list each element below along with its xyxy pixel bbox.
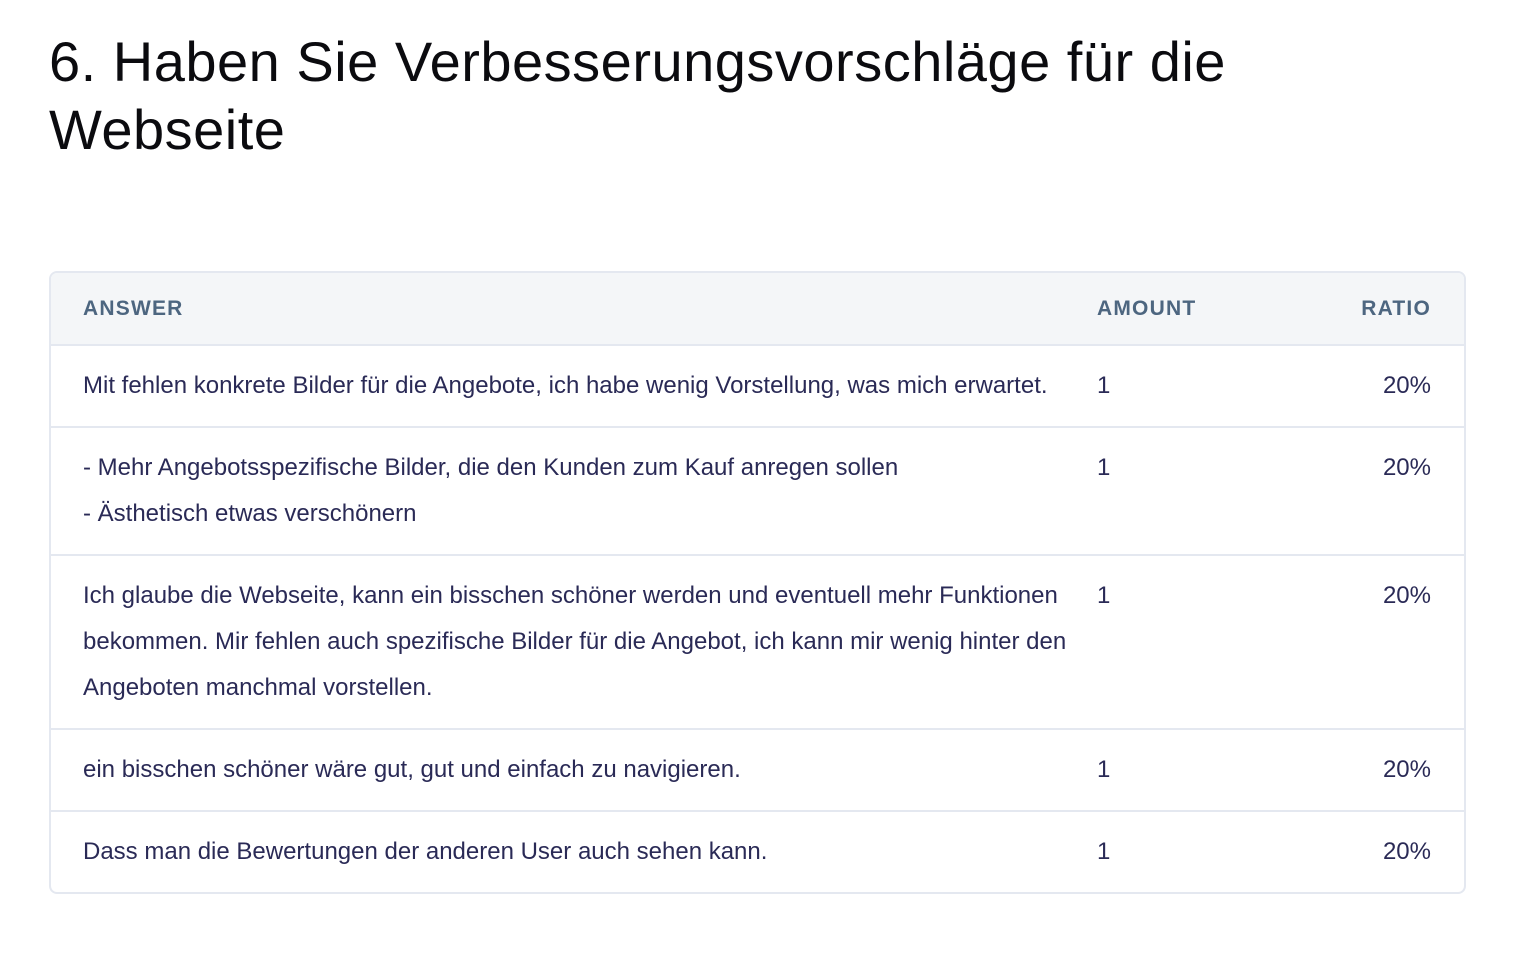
answers-table: ANSWER AMOUNT RATIO Mit fehlen konkrete … xyxy=(51,273,1464,892)
answer-column-header: ANSWER xyxy=(51,273,1097,346)
answer-cell: Dass man die Bewertungen der anderen Use… xyxy=(51,810,1097,892)
table-row: Mit fehlen konkrete Bilder für die Angeb… xyxy=(51,345,1464,427)
results-table: ANSWER AMOUNT RATIO Mit fehlen konkrete … xyxy=(49,271,1466,894)
amount-cell: 1 xyxy=(1097,426,1317,555)
ratio-column-header: RATIO xyxy=(1317,273,1464,346)
table-header-row: ANSWER AMOUNT RATIO xyxy=(51,273,1464,346)
amount-cell: 1 xyxy=(1097,728,1317,811)
table-row: ein bisschen schöner wäre gut, gut und e… xyxy=(51,728,1464,811)
table-row: - Mehr Angebotsspezifische Bilder, die d… xyxy=(51,426,1464,555)
answer-cell: Ich glaube die Webseite, kann ein bissch… xyxy=(51,554,1097,729)
ratio-cell: 20% xyxy=(1317,728,1464,811)
question-title: 6. Haben Sie Verbesserungsvorschläge für… xyxy=(49,30,1226,161)
table-body: Mit fehlen konkrete Bilder für die Angeb… xyxy=(51,345,1464,892)
amount-column-header: AMOUNT xyxy=(1097,273,1317,346)
answer-cell: ein bisschen schöner wäre gut, gut und e… xyxy=(51,728,1097,811)
ratio-cell: 20% xyxy=(1382,372,1431,399)
table-header: ANSWER AMOUNT RATIO xyxy=(51,273,1464,346)
table-row: Dass man die Bewertungen der anderen Use… xyxy=(51,810,1464,892)
answer-cell: Mit fehlen konkrete Bilder für die Angeb… xyxy=(83,372,1048,399)
answer-cell: - Mehr Angebotsspezifische Bilder, die d… xyxy=(51,426,1097,555)
amount-cell: 1 xyxy=(1097,554,1317,729)
amount-cell: 1 xyxy=(1097,810,1317,892)
amount-cell: 1 xyxy=(1097,372,1111,399)
table-row: Ich glaube die Webseite, kann ein bissch… xyxy=(51,554,1464,729)
ratio-cell: 20% xyxy=(1317,554,1464,729)
survey-results-page: 6. Haben Sie Verbesserungsvorschläge für… xyxy=(0,0,1516,978)
ratio-cell: 20% xyxy=(1317,810,1464,892)
ratio-cell: 20% xyxy=(1317,426,1464,555)
